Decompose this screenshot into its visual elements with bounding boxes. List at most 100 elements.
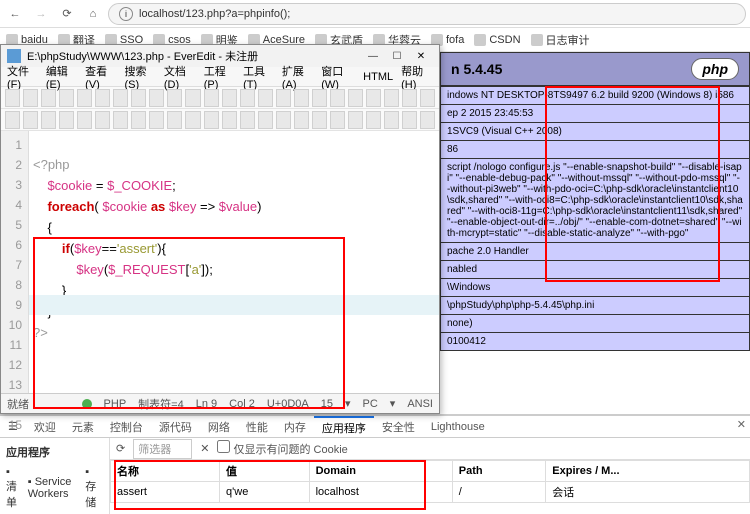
toolbar-button[interactable] — [420, 89, 435, 107]
bookmark-item[interactable]: 日志审计 — [531, 32, 590, 48]
cookie-header: 值 — [220, 461, 310, 482]
devtools-tab[interactable]: 控制台 — [102, 416, 151, 437]
toolbar-button[interactable] — [41, 89, 56, 107]
cookie-cell: 会话 — [546, 482, 750, 503]
toolbar-button[interactable] — [95, 111, 110, 129]
toolbar-button[interactable] — [77, 111, 92, 129]
toolbar-button[interactable] — [204, 89, 219, 107]
toolbar-button[interactable] — [294, 111, 309, 129]
toolbar-button[interactable] — [41, 111, 56, 129]
nav-fwd[interactable]: → — [30, 3, 52, 25]
menu-item[interactable]: 帮助(H) — [401, 63, 433, 91]
toolbar-button[interactable] — [131, 89, 146, 107]
toolbar-button[interactable] — [113, 89, 128, 107]
menu-item[interactable]: 文件(F) — [7, 63, 38, 91]
toolbar-button[interactable] — [312, 89, 327, 107]
problem-cookies-checkbox[interactable]: 仅显示有问题的 Cookie — [217, 440, 347, 457]
phpinfo-panel: n 5.4.45 php indows NT DESKTOP-8TS9497 6… — [440, 52, 750, 414]
toolbar-button[interactable] — [366, 111, 381, 129]
toolbar-button[interactable] — [95, 89, 110, 107]
menu-item[interactable]: 扩展(A) — [282, 63, 313, 91]
toolbar-button[interactable] — [402, 89, 417, 107]
sidebar-item[interactable]: ▪ 清单 — [6, 464, 24, 512]
toolbar-button[interactable] — [204, 111, 219, 129]
cookie-row[interactable]: assertq'welocalhost/会话 — [111, 482, 750, 503]
bookmark-item[interactable]: CSDN — [474, 34, 520, 46]
cookie-cell: / — [452, 482, 546, 503]
toolbar-button[interactable] — [23, 89, 38, 107]
toolbar-button[interactable] — [258, 89, 273, 107]
toolbar-button[interactable] — [366, 89, 381, 107]
toolbar-button[interactable] — [312, 111, 327, 129]
devtools-tab[interactable]: 内存 — [276, 416, 314, 437]
toolbar-button[interactable] — [5, 111, 20, 129]
phpinfo-cell: \phpStudy\php\php-5.4.45\php.ini — [441, 297, 750, 315]
toolbar-button[interactable] — [167, 111, 182, 129]
toolbar-button[interactable] — [384, 89, 399, 107]
cookie-cell: q'we — [220, 482, 310, 503]
sidebar-item[interactable]: ▪ Service Workers — [28, 474, 82, 502]
menu-item[interactable]: 工具(T) — [243, 63, 274, 91]
filter-clear-icon[interactable]: ✕ — [200, 442, 209, 455]
toolbar-button[interactable] — [185, 89, 200, 107]
toolbar-button[interactable] — [348, 89, 363, 107]
toolbar-button[interactable] — [276, 89, 291, 107]
toolbar-button[interactable] — [240, 89, 255, 107]
toolbar-button[interactable] — [276, 111, 291, 129]
sidebar-item[interactable]: ▪ 存储 — [85, 464, 103, 512]
toolbar-button[interactable] — [330, 89, 345, 107]
toolbar-button[interactable] — [348, 111, 363, 129]
toolbar-button[interactable] — [294, 89, 309, 107]
toolbar-button[interactable] — [222, 111, 237, 129]
toolbar-button[interactable] — [258, 111, 273, 129]
devtools-tab[interactable]: 应用程序 — [314, 416, 374, 437]
toolbar-button[interactable] — [149, 111, 164, 129]
toolbar-button[interactable] — [420, 111, 435, 129]
menu-item[interactable]: 搜索(S) — [125, 63, 156, 91]
toolbar-button[interactable] — [240, 111, 255, 129]
devtools-close-icon[interactable]: ✕ — [737, 418, 746, 431]
toolbar-button[interactable] — [77, 89, 92, 107]
menu-item[interactable]: 查看(V) — [85, 63, 116, 91]
devtools-tab[interactable]: 性能 — [238, 416, 276, 437]
menu-item[interactable]: 编辑(E) — [46, 63, 77, 91]
info-icon: i — [119, 7, 133, 21]
min-button[interactable]: — — [361, 47, 385, 65]
devtools-panel: ☰欢迎元素控制台源代码网络性能内存应用程序安全性Lighthouse ✕ 应用程… — [0, 414, 750, 514]
nav-back[interactable]: ← — [4, 3, 26, 25]
devtools-tab[interactable]: 源代码 — [151, 416, 200, 437]
devtools-tab[interactable]: 元素 — [64, 416, 102, 437]
filter-label[interactable]: 筛选器 — [133, 439, 192, 459]
menu-item[interactable]: 工程(P) — [204, 63, 235, 91]
sidebar-title: 应用程序 — [6, 442, 103, 462]
toolbar-button[interactable] — [59, 89, 74, 107]
toolbar-2 — [1, 109, 439, 131]
toolbar-button[interactable] — [131, 111, 146, 129]
devtools-tab[interactable]: 安全性 — [374, 416, 423, 437]
cookie-header: Path — [452, 461, 546, 482]
phpinfo-cell: indows NT DESKTOP-8TS9497 6.2 build 9200… — [441, 87, 750, 105]
toolbar-button[interactable] — [113, 111, 128, 129]
devtools-tab[interactable]: 网络 — [200, 416, 238, 437]
toolbar-button[interactable] — [23, 111, 38, 129]
devtools-tab[interactable]: 欢迎 — [26, 416, 64, 437]
toolbar-button[interactable] — [59, 111, 74, 129]
menu-item[interactable]: 文档(D) — [164, 63, 196, 91]
toolbar-button[interactable] — [185, 111, 200, 129]
filter-reload-icon[interactable]: ⟳ — [116, 442, 125, 455]
toolbar-button[interactable] — [330, 111, 345, 129]
toolbar-button[interactable] — [5, 89, 20, 107]
menu-item[interactable]: HTML — [363, 71, 393, 83]
phpinfo-cell: ep 2 2015 23:45:53 — [441, 105, 750, 123]
devtools-tab[interactable]: Lighthouse — [423, 416, 493, 437]
menu-item[interactable]: 窗口(W) — [321, 63, 355, 91]
toolbar-button[interactable] — [222, 89, 237, 107]
nav-reload[interactable]: ⟳ — [56, 3, 78, 25]
toolbar-button[interactable] — [384, 111, 399, 129]
toolbar-button[interactable] — [402, 111, 417, 129]
nav-home[interactable]: ⌂ — [82, 3, 104, 25]
address-bar[interactable]: i localhost/123.php?a=phpinfo(); — [108, 3, 746, 25]
code-editor[interactable]: <?php $cookie = $_COOKIE; foreach( $cook… — [29, 131, 439, 393]
toolbar-button[interactable] — [167, 89, 182, 107]
toolbar-button[interactable] — [149, 89, 164, 107]
